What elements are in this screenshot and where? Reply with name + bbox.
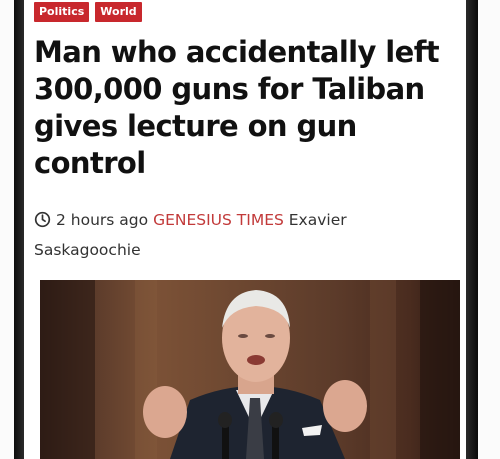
tag-world[interactable]: World bbox=[95, 2, 142, 22]
article-photo bbox=[40, 280, 460, 459]
post-time: 2 hours ago bbox=[56, 211, 149, 229]
device-bezel-left bbox=[14, 0, 24, 459]
category-tags: Politics World bbox=[34, 2, 142, 22]
source-link[interactable]: GENESIUS TIMES bbox=[153, 211, 284, 229]
article-headline: Man who accidentally left 300,000 guns f… bbox=[34, 35, 440, 180]
screenshot-frame: Politics World Man who accidentally left… bbox=[0, 0, 500, 459]
clock-icon bbox=[34, 211, 51, 228]
tag-politics[interactable]: Politics bbox=[34, 2, 90, 22]
speaker-photo bbox=[40, 280, 460, 459]
article-meta: 2 hours ago GENESIUS TIMES Exavier Saska… bbox=[34, 205, 454, 265]
device-bezel-right bbox=[466, 0, 478, 459]
